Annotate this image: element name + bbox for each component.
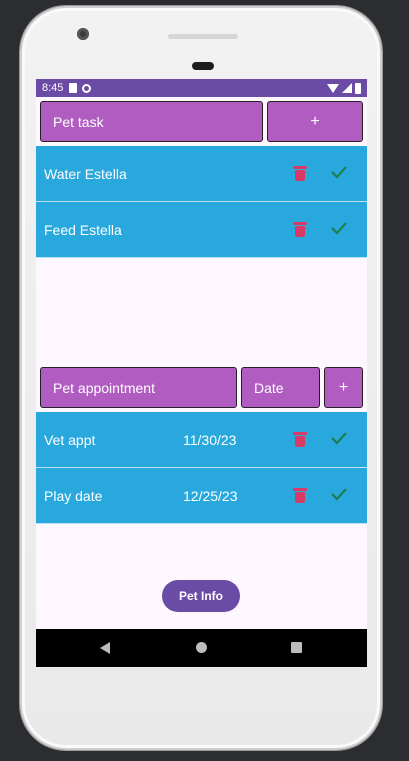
appointment-date: 11/30/23	[183, 431, 237, 448]
recent-apps-icon[interactable]	[291, 642, 302, 653]
task-input-row: Pet task +	[40, 101, 363, 142]
status-time: 8:45	[42, 82, 64, 94]
pet-appointment-input[interactable]: Pet appointment	[40, 367, 237, 408]
app-screen: 8:45 Pet task + Water Estella Feed Estel…	[36, 79, 367, 667]
appointment-label: Play date	[44, 487, 103, 504]
appointment-label: Vet appt	[44, 431, 96, 448]
appointment-item[interactable]: Vet appt 11/30/23	[36, 412, 367, 468]
sd-card-icon	[69, 83, 78, 93]
appointment-list: Vet appt 11/30/23 Play date 12/25/23	[36, 412, 367, 524]
home-icon[interactable]	[196, 642, 207, 653]
appointment-date: 12/25/23	[183, 487, 238, 504]
check-icon[interactable]	[330, 429, 348, 447]
trash-icon[interactable]	[293, 222, 307, 237]
pet-info-button[interactable]: Pet Info	[162, 580, 240, 612]
task-list: Water Estella Feed Estella	[36, 146, 367, 258]
sync-icon	[82, 83, 92, 93]
front-camera	[77, 28, 89, 40]
date-input[interactable]: Date	[241, 367, 320, 408]
task-item[interactable]: Water Estella	[36, 146, 367, 202]
trash-icon[interactable]	[293, 488, 307, 503]
wifi-icon	[327, 83, 339, 93]
check-icon[interactable]	[330, 163, 348, 181]
navigation-bar	[36, 629, 367, 667]
proximity-sensor	[192, 62, 214, 70]
trash-icon[interactable]	[293, 166, 307, 181]
pet-task-input[interactable]: Pet task	[40, 101, 263, 142]
add-task-button[interactable]: +	[267, 101, 363, 142]
appointment-input-row: Pet appointment Date +	[40, 367, 363, 408]
battery-icon	[355, 82, 361, 94]
trash-icon[interactable]	[293, 432, 307, 447]
status-bar: 8:45	[36, 79, 367, 97]
task-label: Water Estella	[44, 165, 127, 182]
add-appointment-button[interactable]: +	[324, 367, 363, 408]
check-icon[interactable]	[330, 485, 348, 503]
signal-icon	[342, 83, 352, 93]
appointment-item[interactable]: Play date 12/25/23	[36, 468, 367, 524]
task-label: Feed Estella	[44, 221, 122, 238]
earpiece-speaker	[168, 34, 238, 39]
check-icon[interactable]	[330, 219, 348, 237]
back-icon[interactable]	[100, 642, 110, 654]
task-item[interactable]: Feed Estella	[36, 202, 367, 258]
